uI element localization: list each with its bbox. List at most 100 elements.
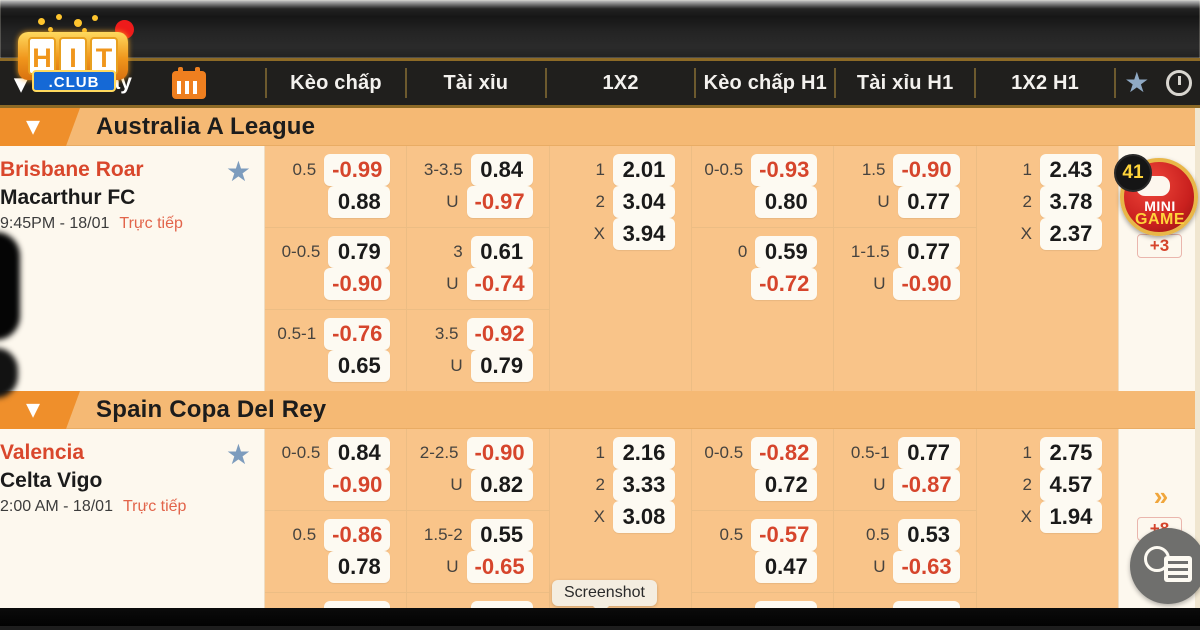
odds-value-button[interactable]: -0.63 [893,551,960,583]
odds-line: 0-0.5 -0.82 [692,437,833,469]
odds-value-button[interactable]: 3.94 [612,218,675,250]
odds-label: X [593,224,605,243]
tab-1x2-h1[interactable]: 1X2 H1 [976,61,1114,105]
odds-value-button[interactable]: 0.53 [897,519,960,551]
odds-line: 0.5 -0.57 [692,519,833,551]
odds-value-button[interactable]: 0.77 [897,437,960,469]
odds-line: 3 0.61 [407,236,548,268]
odds-column-handicap: 0.5 -0.99 0.88 0-0.5 0.79 -0.90 0.5-1 -0.76 0.65 [265,146,408,391]
odds-value-button[interactable]: 3.04 [612,186,675,218]
match-row[interactable]: Brisbane Roar Macarthur FC 9:45PM - 18/01 T… [0,146,1200,391]
odds-value-button[interactable]: 3.33 [612,469,675,501]
odds-value-button[interactable]: 4.57 [1039,469,1102,501]
odds-columns: 0-0.50.84-0.900.5-0.860.780.5-1-0.652-2.… [265,429,1118,630]
odds-group: 0.5 -0.99 0.88 [265,146,407,228]
odds-value-button[interactable]: 0.72 [755,469,818,501]
odds-value-button[interactable]: 0.59 [755,236,818,268]
odds-value-button[interactable]: -0.87 [893,469,960,501]
odds-group: 0-0.5 0.84 -0.90 [265,429,407,511]
odds-value-button[interactable]: 0.65 [328,350,391,382]
league-collapse-toggle[interactable]: ▾ [0,108,80,146]
odds-value-button[interactable]: 0.88 [328,186,391,218]
tab-tai-xiu-h1[interactable]: Tài xỉu H1 [836,61,974,105]
odds-line: 3.5 -0.92 [407,318,548,350]
odds-value-button[interactable]: -0.97 [466,186,533,218]
odds-value-button[interactable]: -0.90 [893,154,960,186]
odds-value-button[interactable]: -0.90 [893,268,960,300]
odds-value-button[interactable]: -0.92 [466,318,533,350]
odds-value-button[interactable]: 0.82 [470,469,533,501]
odds-value-button[interactable]: 0.84 [328,437,391,469]
odds-group: 1 2.43 2 3.78 X 2.37 [977,146,1118,259]
odds-value-button[interactable]: 3.08 [612,501,675,533]
odds-line: 1.5-2 0.55 [407,519,548,551]
more-markets-badge[interactable]: +3 [1136,234,1183,258]
odds-value-button[interactable]: -0.82 [751,437,818,469]
odds-line: 0-0.5 0.84 [265,437,406,469]
odds-value-button[interactable]: -0.90 [466,437,533,469]
history-button[interactable] [1130,528,1200,604]
league-collapse-toggle[interactable]: ▾ [0,390,80,429]
tab-tai-xiu[interactable]: Tài xỉu [407,61,545,105]
odds-value-button[interactable]: -0.90 [324,469,391,501]
match-info[interactable]: Brisbane Roar Macarthur FC 9:45PM - 18/01 T… [0,146,265,391]
match-info[interactable]: Valencia Celta Vigo 2:00 AM - 18/01 Trực ti… [0,429,265,630]
tab-1x2[interactable]: 1X2 [547,61,695,105]
odds-value-button[interactable]: -0.90 [324,268,391,300]
league-header[interactable]: ▾ Australia A League [0,108,1200,146]
odds-value-button[interactable]: 0.84 [470,154,533,186]
odds-value-button[interactable]: -0.57 [751,519,818,551]
odds-label: 1 [1022,443,1032,462]
odds-value-button[interactable]: 0.77 [897,236,960,268]
star-icon[interactable]: ★ [1124,69,1149,97]
odds-value-button[interactable]: -0.72 [751,268,818,300]
match-meta: 2:00 AM - 18/01 Trực tiếp [0,498,264,516]
odds-value-button[interactable]: 0.80 [755,186,818,218]
odds-value-button[interactable]: 2.75 [1039,437,1102,469]
odds-value-button[interactable]: 0.77 [897,186,960,218]
odds-group: 0-0.5 -0.82 0.72 [691,429,834,511]
odds-group: 3-3.5 0.84 U -0.97 [407,146,549,228]
league-name: Spain Copa Del Rey [96,395,327,423]
odds-value-button[interactable]: 2.43 [1039,154,1102,186]
odds-value-button[interactable]: 0.61 [470,236,533,268]
odds-line: 1 2.75 [977,437,1118,469]
favorite-star-icon[interactable]: ★ [226,441,251,469]
odds-group: 0 0.59 -0.72 [692,228,833,309]
odds-label: 1.5 [861,160,886,179]
odds-value-button[interactable]: -0.65 [466,551,533,583]
odds-line: U 0.79 [407,350,548,382]
odds-value-button[interactable]: 0.79 [470,350,533,382]
odds-line: 0-0.5 -0.93 [692,154,833,186]
odds-label: 1-1.5 [850,242,890,261]
odds-value-button[interactable]: 2.37 [1039,218,1102,250]
odds-value-button[interactable]: -0.93 [751,154,818,186]
odds-line: 2 3.78 [977,186,1118,218]
odds-line: X 3.08 [550,501,691,533]
tab-keo-chap-h1[interactable]: Kèo chấp H1 [696,61,834,105]
mini-game-widget[interactable]: MINI GAME 41 [1114,154,1198,236]
odds-value-button[interactable]: 0.79 [328,236,391,268]
tab-keo-chap[interactable]: Kèo chấp [267,61,405,105]
odds-column-over-under-h1: 1.5 -0.90 U 0.77 1-1.5 0.77 U -0.90 [834,146,977,391]
odds-value-button[interactable]: 2.16 [612,437,675,469]
double-chevron-right-icon[interactable]: » [1154,483,1169,509]
logo-club-text: .CLUB [32,70,116,92]
league-header[interactable]: ▾ Spain Copa Del Rey [0,390,1200,429]
odds-value-button[interactable]: -0.86 [324,519,391,551]
odds-column-handicap-h1: 0-0.5 -0.93 0.80 0 0.59 -0.72 [691,146,835,391]
odds-line: 3-3.5 0.84 [407,154,548,186]
clock-icon[interactable] [1165,70,1192,96]
odds-value-button[interactable]: -0.76 [324,318,391,350]
odds-value-button[interactable]: -0.74 [466,268,533,300]
odds-value-button[interactable]: 0.55 [470,519,533,551]
hit-club-logo[interactable]: H I T .CLUB [18,14,134,96]
odds-value-button[interactable]: -0.99 [324,154,391,186]
calendar-icon[interactable] [172,67,207,99]
odds-value-button[interactable]: 3.78 [1039,186,1102,218]
odds-value-button[interactable]: 0.47 [755,551,818,583]
odds-value-button[interactable]: 1.94 [1039,501,1102,533]
odds-value-button[interactable]: 0.78 [328,551,391,583]
odds-value-button[interactable]: 2.01 [612,154,675,186]
favorite-star-icon[interactable]: ★ [226,158,251,186]
